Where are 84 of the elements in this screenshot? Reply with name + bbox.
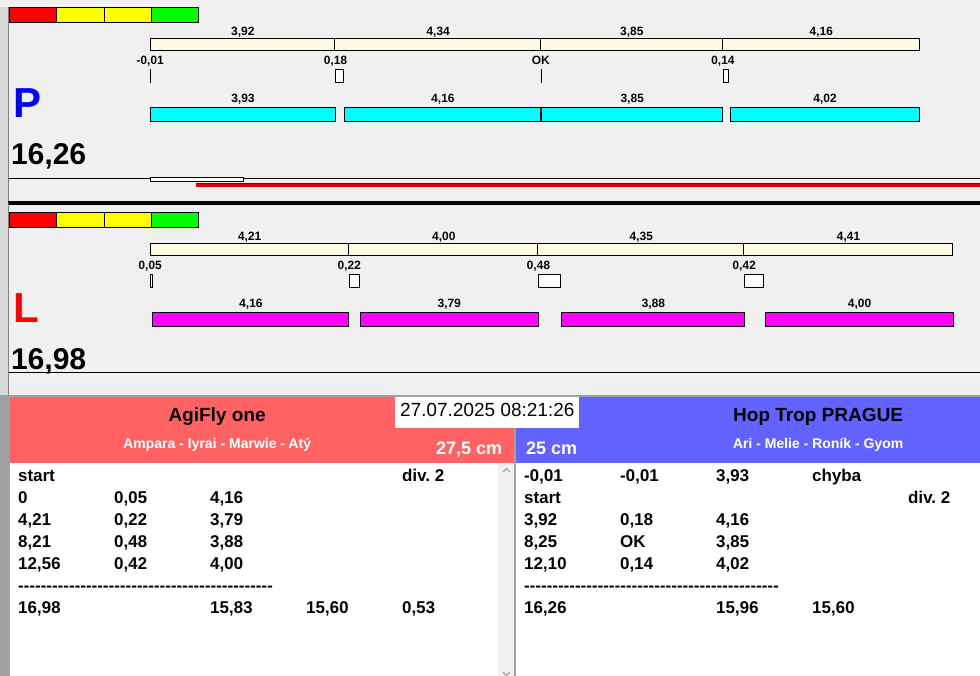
run-time: 4,16 <box>431 90 454 107</box>
split-time: 4,34 <box>426 24 450 38</box>
team-name: AgiFly one <box>168 405 266 427</box>
result-cell-text: div. 2 <box>908 487 952 509</box>
reaction-time: 0,42 <box>732 258 756 272</box>
tick-marker <box>540 69 542 83</box>
result-cell-text: 4,00 <box>210 553 244 575</box>
chevron-up-icon[interactable] <box>502 467 510 473</box>
run-time: 3,88 <box>642 295 665 312</box>
result-cell-text: 0 <box>18 487 28 509</box>
result-cell-text: 4,02 <box>716 553 750 575</box>
result-cell-text: start <box>18 465 56 487</box>
run-time: 3,85 <box>620 90 644 107</box>
result-cell-text: 3,79 <box>210 509 244 531</box>
reaction-time: 0,18 <box>324 53 348 67</box>
reaction-time: 0,05 <box>138 258 162 272</box>
split-time: 4,41 <box>836 229 860 243</box>
result-cell-text: start <box>524 487 562 509</box>
result-cell-text: chyba <box>812 465 862 487</box>
reaction-time: 0,22 <box>337 258 361 272</box>
result-cell-text: 15,60 <box>306 597 350 619</box>
timestamp: 27.07.2025 08:21:26 <box>395 397 580 428</box>
reaction-time: -0,01 <box>136 53 164 67</box>
result-cell-text: 15,96 <box>716 597 760 619</box>
gap-marker <box>150 274 153 288</box>
reaction-time: 0,48 <box>526 258 550 272</box>
result-cell-text: -0,01 <box>524 465 564 487</box>
total-time: 16,26 <box>11 139 88 171</box>
jump-height: 27,5 cm <box>436 438 502 459</box>
reaction-time: OK <box>532 53 550 67</box>
result-cell-text: 3,88 <box>210 531 244 553</box>
tick-marker <box>150 69 151 83</box>
result-cell-text: OK <box>620 531 646 553</box>
result-cell-text: 12,10 <box>524 553 568 575</box>
dog-names: Ari - Melie - Roník - Gyom <box>732 435 904 451</box>
team-name: Hop Trop PRAGUE <box>733 405 903 427</box>
split-time: 4,21 <box>238 229 262 243</box>
result-cell-text: -0,01 <box>620 465 660 487</box>
result-cell-text: 0,48 <box>114 531 148 553</box>
separator-text: --------------------------------------------- <box>18 575 274 597</box>
result-cell-text: 4,16 <box>210 487 244 509</box>
result-cell-text: 8,21 <box>18 531 52 553</box>
result-cell-text: 16,98 <box>18 597 62 619</box>
result-cell-text: 4,16 <box>716 509 750 531</box>
result-cell-text: 3,92 <box>524 509 558 531</box>
result-cell-text: 12,56 <box>18 553 62 575</box>
run-time: 3,79 <box>437 295 461 312</box>
split-time: 3,85 <box>620 24 644 38</box>
result-cell-text: 0,42 <box>114 553 148 575</box>
run-time: 4,00 <box>848 295 872 312</box>
scrollbar[interactable] <box>498 463 514 676</box>
result-cell-text: 3,85 <box>716 531 750 553</box>
run-time: 4,16 <box>239 295 262 312</box>
result-cell-text: 0,14 <box>620 553 654 575</box>
result-cell-text: 0,22 <box>114 509 148 531</box>
split-time: 4,00 <box>432 229 456 243</box>
result-cell-text: 0,53 <box>402 597 436 619</box>
gap-marker <box>349 274 360 288</box>
run-time: 3,93 <box>231 90 255 107</box>
split-time: 4,16 <box>809 24 833 38</box>
result-cell-text: div. 2 <box>402 465 446 487</box>
split-time: 3,92 <box>231 24 254 38</box>
lane-letter: L <box>13 286 40 330</box>
total-time: 16,98 <box>11 344 88 376</box>
gap-marker <box>538 274 562 288</box>
gap-marker <box>744 274 764 288</box>
dog-names: Ampara - Iyrai - Marwie - Atý <box>123 435 311 451</box>
result-cell-text: 15,60 <box>812 597 856 619</box>
result-cell-text: 4,21 <box>18 509 52 531</box>
lane-letter: P <box>13 81 42 125</box>
result-cell-text: 0,05 <box>114 487 148 509</box>
gap-marker <box>722 69 730 83</box>
gap-marker <box>335 69 344 83</box>
result-cell-text: 0,18 <box>620 509 654 531</box>
result-cell-text: 15,83 <box>210 597 254 619</box>
result-cell-text: 8,25 <box>524 531 558 553</box>
split-time: 4,35 <box>630 229 653 243</box>
result-cell-text: 16,26 <box>524 597 568 619</box>
separator-text: --------------------------------------------- <box>524 575 780 597</box>
jump-height: 25 cm <box>526 438 578 459</box>
reaction-time: 0,14 <box>711 53 734 67</box>
chevron-down-icon[interactable] <box>502 671 510 676</box>
result-cell-text: 3,93 <box>716 465 750 487</box>
run-time: 4,02 <box>813 90 837 107</box>
